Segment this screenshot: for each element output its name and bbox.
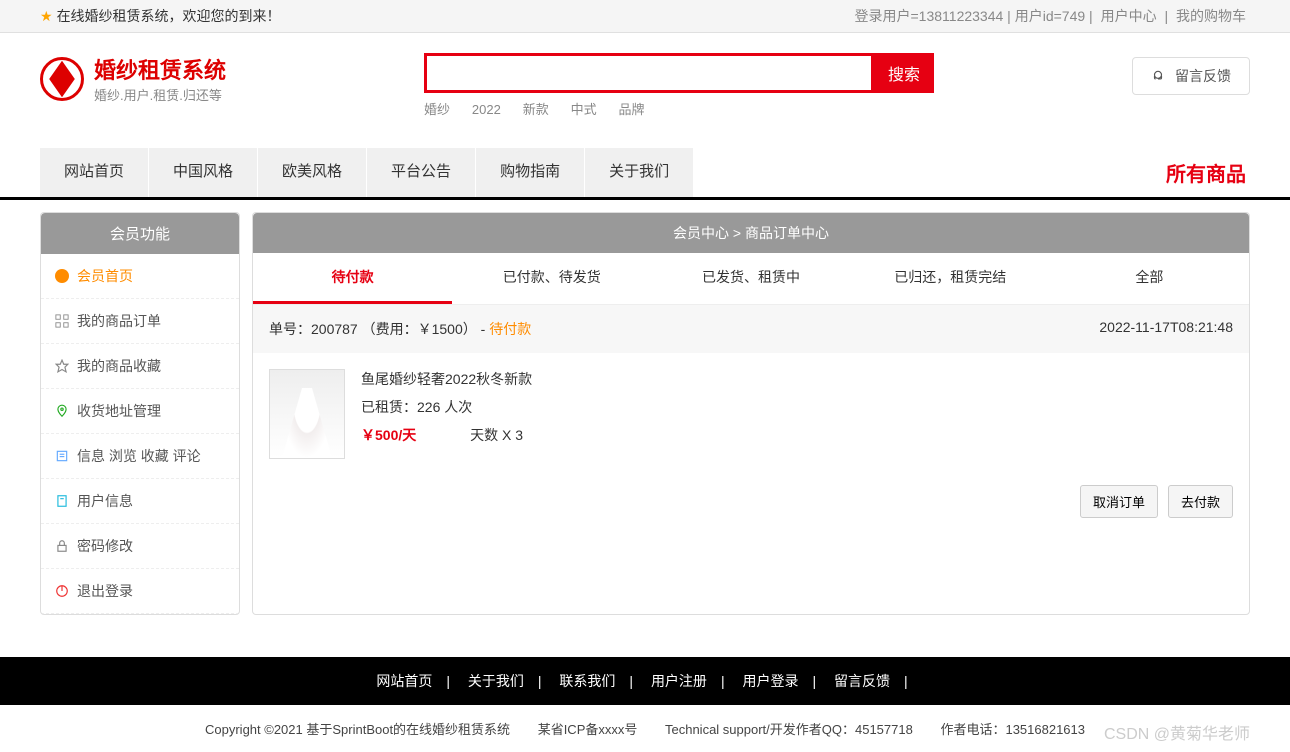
sidebar-item-info[interactable]: 信息 浏览 收藏 评论 <box>41 434 239 479</box>
all-products-link[interactable]: 所有商品 <box>1162 148 1250 197</box>
sidebar-item-label: 收货地址管理 <box>77 401 161 421</box>
search-button[interactable]: 搜索 <box>874 53 934 93</box>
nav-item[interactable]: 网站首页 <box>40 148 149 197</box>
sidebar-item-favorites[interactable]: 我的商品收藏 <box>41 344 239 389</box>
sidebar-item-label: 会员首页 <box>77 266 133 286</box>
support: Technical support/开发作者QQ：45157718 <box>665 722 913 737</box>
breadcrumb: 会员中心 > 商品订单中心 <box>253 213 1249 253</box>
sidebar-item-label: 密码修改 <box>77 536 133 556</box>
footer-link[interactable]: 用户登录 <box>742 673 798 689</box>
lock-icon <box>55 539 69 553</box>
search-tags: 婚纱 2022 新款 中式 品牌 <box>424 99 934 118</box>
footer-link[interactable]: 关于我们 <box>468 673 524 689</box>
tag[interactable]: 2022 <box>472 102 501 117</box>
search-input[interactable] <box>424 53 874 93</box>
tag[interactable]: 新款 <box>523 102 549 117</box>
list-icon <box>55 449 69 463</box>
sidebar-item-label: 我的商品订单 <box>77 311 161 331</box>
footer-link[interactable]: 留言反馈 <box>834 673 890 689</box>
clipboard-icon <box>55 494 69 508</box>
power-icon <box>55 584 69 598</box>
tab-returned[interactable]: 已归还，租赁完结 <box>851 253 1050 304</box>
order-status: 待付款 <box>489 321 531 337</box>
footer-info: Copyright ©2021 基于SprintBoot的在线婚纱租赁系统 某省… <box>0 705 1290 752</box>
tab-paid[interactable]: 已付款、待发货 <box>452 253 651 304</box>
tag[interactable]: 中式 <box>571 102 597 117</box>
main-panel: 会员中心 > 商品订单中心 待付款 已付款、待发货 已发货、租赁中 已归还，租赁… <box>252 212 1250 615</box>
nav-item[interactable]: 关于我们 <box>585 148 694 197</box>
nav-item[interactable]: 购物指南 <box>476 148 585 197</box>
order-body: 鱼尾婚纱轻奢2022秋冬新款 已租赁：226 人次 ￥500/天 天数 X 3 <box>253 353 1249 475</box>
feedback-label: 留言反馈 <box>1175 66 1231 86</box>
tab-all[interactable]: 全部 <box>1050 253 1249 304</box>
headset-icon <box>1151 69 1165 83</box>
topbar-right: 登录用户=13811223344 | 用户id=749 | 用户中心 | 我的购… <box>855 6 1251 26</box>
phone: 作者电话：13516821613 <box>940 722 1085 737</box>
topbar-welcome: ★ 在线婚纱租赁系统，欢迎您的到来！ <box>40 6 281 26</box>
link-my-cart[interactable]: 我的购物车 <box>1176 8 1246 24</box>
watermark: CSDN @黄菊华老师 <box>1104 720 1250 744</box>
order-number: 单号：200787 （费用：￥1500） - <box>269 321 489 337</box>
order-time: 2022-11-17T08:21:48 <box>1099 319 1233 339</box>
login-user: 登录用户=13811223344 <box>855 8 1004 24</box>
footer-link[interactable]: 联系我们 <box>559 673 615 689</box>
tag[interactable]: 品牌 <box>619 102 645 117</box>
footer-nav: 网站首页| 关于我们| 联系我们| 用户注册| 用户登录| 留言反馈| <box>0 657 1290 705</box>
footer-link[interactable]: 网站首页 <box>376 673 432 689</box>
cancel-order-button[interactable]: 取消订单 <box>1080 485 1158 518</box>
site-subtitle: 婚纱.用户.租赁.归还等 <box>94 85 226 104</box>
tab-pending-payment[interactable]: 待付款 <box>253 253 452 304</box>
search-block: 搜索 婚纱 2022 新款 中式 品牌 <box>424 53 934 118</box>
order-header: 单号：200787 （费用：￥1500） - 待付款 2022-11-17T08… <box>253 304 1249 353</box>
nav-item[interactable]: 平台公告 <box>367 148 476 197</box>
sidebar-item-label: 退出登录 <box>77 581 133 601</box>
pay-button[interactable]: 去付款 <box>1168 485 1233 518</box>
nav-item[interactable]: 欧美风格 <box>258 148 367 197</box>
header: 婚纱租赁系统 婚纱.用户.租赁.归还等 搜索 婚纱 2022 新款 中式 品牌 … <box>0 33 1290 138</box>
star-outline-icon <box>55 359 69 373</box>
location-icon <box>55 404 69 418</box>
link-user-center[interactable]: 用户中心 <box>1101 8 1157 24</box>
icp: 某省ICP备xxxx号 <box>538 722 638 737</box>
feedback-button[interactable]: 留言反馈 <box>1132 57 1250 95</box>
nav-item[interactable]: 中国风格 <box>149 148 258 197</box>
sidebar-item-label: 用户信息 <box>77 491 133 511</box>
logo-block: 婚纱租赁系统 婚纱.用户.租赁.归还等 <box>40 53 226 104</box>
main-nav: 网站首页 中国风格 欧美风格 平台公告 购物指南 关于我们 所有商品 <box>0 148 1290 200</box>
sidebar-item-label: 我的商品收藏 <box>77 356 161 376</box>
order-tabs: 待付款 已付款、待发货 已发货、租赁中 已归还，租赁完结 全部 <box>253 253 1249 304</box>
welcome-text: 在线婚纱租赁系统，欢迎您的到来！ <box>57 6 281 26</box>
tab-shipped[interactable]: 已发货、租赁中 <box>651 253 850 304</box>
tag[interactable]: 婚纱 <box>424 102 450 117</box>
home-icon <box>55 269 69 283</box>
product-name[interactable]: 鱼尾婚纱轻奢2022秋冬新款 <box>361 369 532 389</box>
copyright: Copyright ©2021 基于SprintBoot的在线婚纱租赁系统 <box>205 722 510 737</box>
sidebar: 会员功能 会员首页 我的商品订单 我的商品收藏 收货地址管理 信息 浏览 收藏 … <box>40 212 240 615</box>
sidebar-item-user[interactable]: 用户信息 <box>41 479 239 524</box>
user-id: 用户id=749 <box>1015 8 1085 24</box>
sidebar-item-password[interactable]: 密码修改 <box>41 524 239 569</box>
logo-icon <box>40 57 84 101</box>
sidebar-item-home[interactable]: 会员首页 <box>41 254 239 299</box>
footer-link[interactable]: 用户注册 <box>651 673 707 689</box>
site-title: 婚纱租赁系统 <box>94 53 226 85</box>
price: ￥500/天 <box>361 427 416 443</box>
topbar: ★ 在线婚纱租赁系统，欢迎您的到来！ 登录用户=13811223344 | 用户… <box>0 0 1290 33</box>
days: 天数 X 3 <box>470 427 523 443</box>
product-thumb[interactable] <box>269 369 345 459</box>
sidebar-header: 会员功能 <box>41 213 239 254</box>
rent-count: 已租赁：226 人次 <box>361 397 532 417</box>
sidebar-item-orders[interactable]: 我的商品订单 <box>41 299 239 344</box>
grid-icon <box>55 314 69 328</box>
star-icon: ★ <box>40 8 53 25</box>
sidebar-item-logout[interactable]: 退出登录 <box>41 569 239 614</box>
sidebar-item-label: 信息 浏览 收藏 评论 <box>77 446 201 466</box>
order-actions: 取消订单 去付款 <box>253 475 1249 534</box>
sidebar-item-address[interactable]: 收货地址管理 <box>41 389 239 434</box>
